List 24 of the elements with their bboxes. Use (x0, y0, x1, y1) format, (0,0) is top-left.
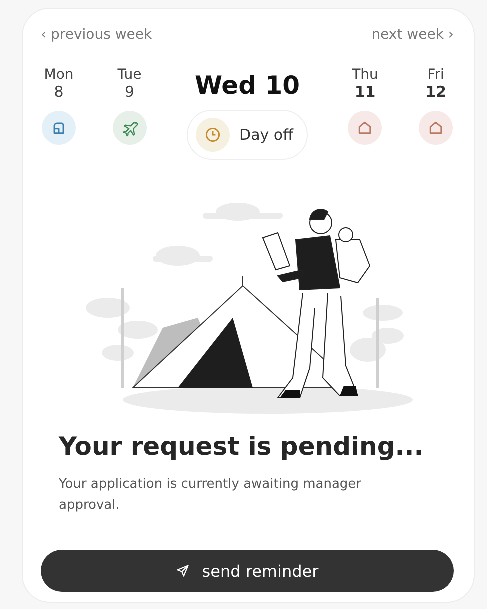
weekday-label: Thu (352, 67, 378, 83)
date-label: 11 (354, 83, 376, 101)
day-tab[interactable]: Mon 8 (41, 67, 77, 145)
house-icon (427, 119, 445, 137)
date-label: 8 (54, 83, 64, 101)
clock-icon (204, 126, 222, 144)
day-status-chip[interactable]: Day off (186, 110, 308, 160)
day-tab[interactable]: Thu 11 (347, 67, 384, 145)
pending-heading: Your request is pending... (59, 432, 425, 461)
previous-week-link[interactable]: ‹ previous week (41, 27, 152, 43)
day-tab[interactable]: Fri 12 (418, 67, 454, 145)
next-week-link[interactable]: next week › (372, 27, 454, 43)
weekday-label: Tue (118, 67, 142, 83)
weekday-label: Fri (428, 67, 444, 83)
selected-day-label: Wed 10 (194, 71, 300, 100)
date-label: 9 (124, 83, 135, 101)
day-tab[interactable]: Tue 9 (112, 67, 148, 145)
status-label: Day off (240, 126, 294, 144)
date-label: 12 (426, 83, 446, 101)
send-icon (176, 564, 190, 578)
airplane-icon (120, 119, 139, 137)
pending-description: Your application is currently awaiting manager approval. (59, 476, 363, 515)
weekday-label: Mon (44, 67, 74, 83)
send-reminder-button[interactable]: send reminder (41, 550, 454, 592)
